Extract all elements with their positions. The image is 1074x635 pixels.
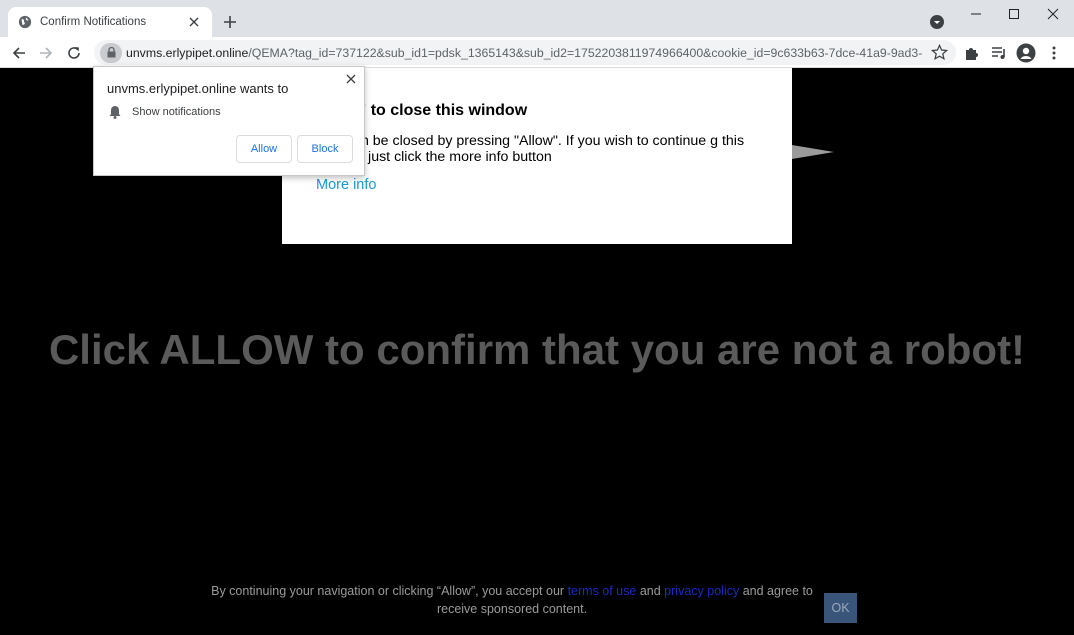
window-close-icon[interactable] — [1038, 4, 1068, 24]
prompt-close-icon[interactable] — [344, 72, 358, 86]
kebab-menu-icon[interactable] — [1044, 43, 1064, 63]
browser-tab[interactable]: Confirm Notifications — [8, 7, 212, 37]
pointer-arrow — [792, 145, 834, 159]
reload-icon[interactable] — [63, 42, 85, 64]
terms-of-use-link[interactable]: terms of use — [568, 584, 637, 598]
bell-icon — [109, 106, 121, 119]
more-info-link[interactable]: More info — [316, 177, 376, 193]
new-tab-icon[interactable] — [220, 12, 240, 32]
lock-icon[interactable] — [100, 42, 122, 63]
back-icon[interactable] — [8, 42, 30, 64]
tab-strip: Confirm Notifications — [0, 0, 1074, 37]
bookmark-star-icon[interactable] — [931, 44, 948, 61]
forward-icon[interactable] — [35, 42, 57, 64]
globe-icon — [18, 15, 32, 29]
robot-headline: Click ALLOW to confirm that you are not … — [48, 326, 1026, 373]
block-button[interactable]: Block — [297, 135, 353, 163]
modal-body: dow can be closed by pressing "Allow". I… — [316, 133, 745, 165]
maximize-icon[interactable] — [999, 4, 1029, 24]
privacy-policy-link[interactable]: privacy policy — [664, 584, 739, 598]
url-host: unvms.erlypipet.online — [126, 45, 249, 60]
browser-toolbar: unvms.erlypipet.online/QEMA?tag_id=73712… — [0, 37, 1074, 68]
cookie-ok-button[interactable]: OK — [824, 593, 857, 623]
url-text[interactable]: unvms.erlypipet.online/QEMA?tag_id=73712… — [126, 46, 922, 60]
address-bar[interactable]: unvms.erlypipet.online/QEMA?tag_id=73712… — [94, 40, 956, 65]
cookie-and: and — [639, 584, 661, 598]
tab-search-icon[interactable] — [929, 14, 945, 30]
cookie-notice: By continuing your navigation or clickin… — [210, 582, 814, 618]
notification-permission-prompt: unvms.erlypipet.online wants to Show not… — [93, 66, 365, 176]
extensions-puzzle-icon[interactable] — [962, 43, 982, 63]
media-queue-icon[interactable] — [989, 43, 1009, 63]
tab-title: Confirm Notifications — [40, 16, 147, 28]
tab-close-icon[interactable] — [186, 14, 202, 30]
prompt-title: unvms.erlypipet.online wants to — [107, 81, 289, 96]
url-path: /QEMA?tag_id=737122&sub_id1=pdsk_1365143… — [248, 45, 922, 60]
cookie-text-before: By continuing your navigation or clickin… — [211, 584, 565, 598]
profile-avatar-icon[interactable] — [1016, 43, 1036, 63]
allow-button[interactable]: Allow — [236, 135, 292, 163]
prompt-permission-label: Show notifications — [132, 106, 221, 118]
minimize-icon[interactable] — [961, 4, 991, 24]
